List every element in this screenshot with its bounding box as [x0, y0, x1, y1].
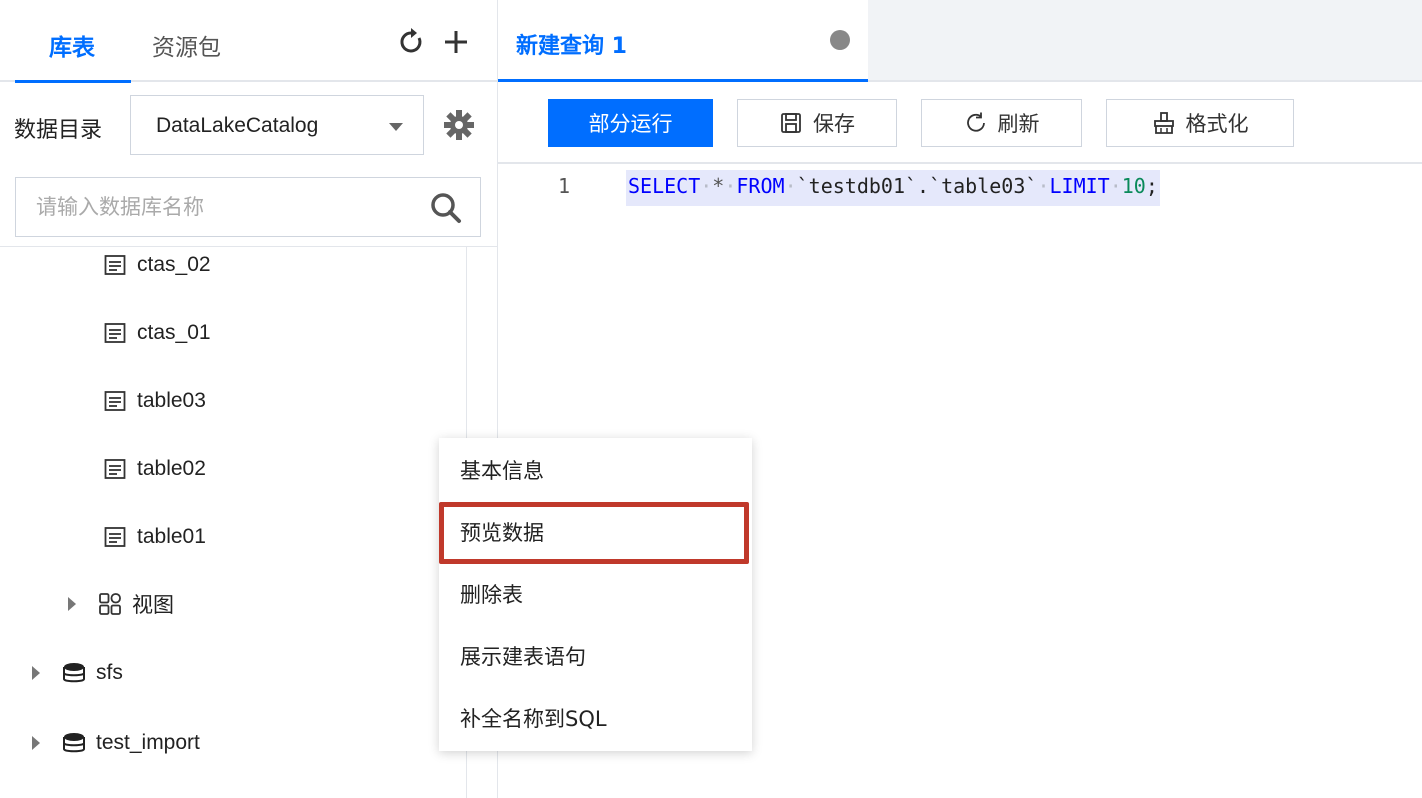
- refresh-button[interactable]: 刷新: [921, 99, 1082, 147]
- save-label: 保存: [813, 112, 855, 136]
- catalog-row: 数据目录 DataLakeCatalog: [0, 90, 497, 162]
- left-panel: 库表 资源包 数据目录 DataLakeCatalog 请输入数据库名称 cta…: [0, 0, 497, 798]
- broom-icon: [1152, 111, 1176, 135]
- table-reference: `testdb01`.`table03`: [796, 174, 1038, 198]
- menu-item-delete-table[interactable]: 删除表: [439, 564, 752, 624]
- catalog-label: 数据目录: [14, 118, 103, 143]
- expand-arrow-icon[interactable]: [32, 666, 40, 680]
- left-tab-bar: 库表 资源包: [0, 0, 497, 83]
- tree-table-item[interactable]: table01: [103, 517, 206, 557]
- tree-views-node[interactable]: 视图: [68, 584, 174, 624]
- save-button[interactable]: 保存: [737, 99, 897, 147]
- table-icon: [103, 457, 127, 481]
- table-name: ctas_01: [137, 321, 211, 344]
- star-symbol: *: [712, 174, 725, 198]
- database-name: test_import: [96, 731, 200, 754]
- table-icon: [103, 389, 127, 413]
- expand-arrow-icon[interactable]: [32, 736, 40, 750]
- database-name: sfs: [96, 661, 123, 684]
- menu-item-preview-data[interactable]: 预览数据: [439, 502, 752, 562]
- divider: [0, 246, 497, 247]
- query-tab-title: 新建查询 1: [516, 34, 627, 59]
- views-label: 视图: [132, 593, 174, 617]
- code-line[interactable]: SELECT·*·FROM·`testdb01`.`table03`·LIMIT…: [626, 170, 1160, 206]
- active-tab-indicator: [15, 80, 131, 83]
- table-name: table02: [137, 457, 206, 480]
- tab-resources[interactable]: 资源包: [152, 28, 221, 62]
- table-name: table01: [137, 525, 206, 548]
- refresh-label: 刷新: [997, 112, 1040, 136]
- statement-terminator: ;: [1145, 174, 1158, 198]
- view-grid-icon: [98, 592, 122, 616]
- keyword-from: FROM: [736, 174, 785, 198]
- add-icon[interactable]: [440, 24, 472, 60]
- tree-table-item[interactable]: table03: [103, 381, 206, 421]
- tree-table-item[interactable]: ctas_01: [103, 313, 211, 353]
- tab-new-query[interactable]: 新建查询 1: [498, 0, 868, 82]
- menu-item-show-ddl[interactable]: 展示建表语句: [439, 626, 752, 686]
- format-label: 格式化: [1185, 112, 1249, 136]
- menu-item-complete-name[interactable]: 补全名称到SQL: [439, 688, 752, 748]
- run-partial-label: 部分运行: [588, 112, 673, 136]
- table-context-menu: 基本信息 预览数据 删除表 展示建表语句 补全名称到SQL: [439, 438, 752, 751]
- tree-database-node[interactable]: test_import: [32, 723, 200, 763]
- tab-tables[interactable]: 库表: [49, 28, 95, 62]
- refresh-icon: [964, 111, 988, 135]
- search-input[interactable]: [36, 188, 416, 226]
- table-icon: [103, 321, 127, 345]
- tree-database-node[interactable]: sfs: [32, 653, 123, 693]
- table-name: ctas_02: [137, 253, 211, 276]
- keyword-select: SELECT: [628, 174, 701, 198]
- unsaved-dot-icon[interactable]: [830, 30, 850, 50]
- format-button[interactable]: 格式化: [1106, 99, 1294, 147]
- keyword-limit: LIMIT: [1049, 174, 1110, 198]
- menu-item-basic-info[interactable]: 基本信息: [439, 440, 752, 500]
- run-partial-button[interactable]: 部分运行: [548, 99, 713, 147]
- line-number: 1: [558, 174, 571, 198]
- gear-icon[interactable]: [440, 106, 478, 144]
- database-icon: [62, 731, 86, 755]
- search-icon[interactable]: [428, 190, 464, 226]
- database-search: [15, 177, 481, 237]
- editor-tab-bar: 新建查询 1: [498, 0, 1422, 82]
- database-icon: [62, 661, 86, 685]
- caret-down-icon: [389, 123, 403, 131]
- table-name: table03: [137, 389, 206, 412]
- table-icon: [103, 253, 127, 277]
- table-icon: [103, 525, 127, 549]
- catalog-selected-value: DataLakeCatalog: [156, 114, 319, 137]
- expand-arrow-icon[interactable]: [68, 597, 76, 611]
- save-icon: [779, 111, 803, 135]
- catalog-select[interactable]: DataLakeCatalog: [130, 95, 424, 155]
- refresh-tree-icon[interactable]: [395, 24, 427, 60]
- tree-table-item[interactable]: ctas_02: [103, 245, 211, 285]
- editor-toolbar: 部分运行 保存 刷新 格式化: [498, 82, 1422, 164]
- tree-table-item[interactable]: table02: [103, 449, 206, 489]
- limit-value: 10: [1121, 174, 1146, 198]
